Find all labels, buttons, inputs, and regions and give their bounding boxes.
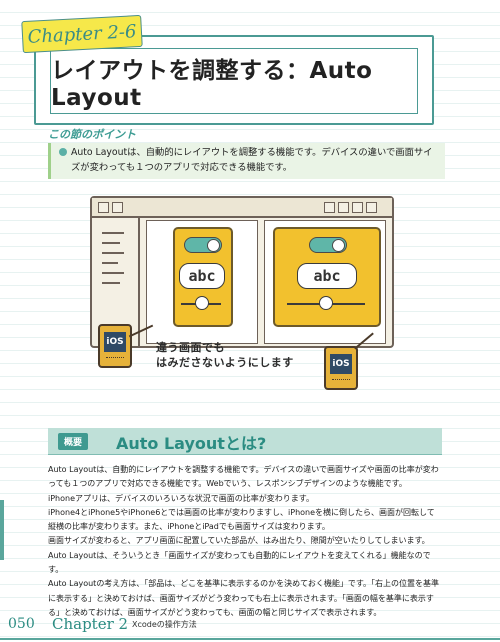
section-header: 概要 Auto Layoutとは? <box>48 428 442 455</box>
robot-dots <box>106 357 124 363</box>
sidebar-line <box>102 242 120 244</box>
page-edge-tab <box>0 500 4 560</box>
robot-dots <box>332 379 350 385</box>
points-heading: この節のポイント <box>48 128 136 141</box>
slider-knob <box>319 296 333 310</box>
footer-rule <box>0 638 500 640</box>
footer-subtitle: Xcodeの操作方法 <box>132 620 197 629</box>
window-control-icon <box>112 202 123 213</box>
illustration-caption: 違う画面でも はみださないようにします <box>156 340 336 370</box>
toggle-knob <box>207 239 220 252</box>
section-tag: 概要 <box>58 433 89 450</box>
slider-knob <box>195 296 209 310</box>
sidebar-line <box>102 272 124 274</box>
paragraph: Auto Layoutは、そういうとき「画面サイズが変わっても自動的にレイアウト… <box>48 550 431 575</box>
label-abc-right: abc <box>297 263 357 289</box>
toolbar-icon <box>338 202 349 213</box>
window-titlebar <box>92 198 392 218</box>
paragraph: iPhoneアプリは、デバイスのいろいろな状況で画面の比率が変わります。 <box>48 493 314 503</box>
footer: 050 Chapter 2 Xcodeの操作方法 <box>0 608 500 642</box>
toolbar-icon <box>366 202 377 213</box>
paragraph: 画面サイズが変わると、アプリ画面に配置していた部品が、はみ出たり、隙間が空いたり… <box>48 536 430 546</box>
canvas-pane-right: abc <box>264 220 386 344</box>
toolbar-icon <box>352 202 363 213</box>
points-box: Auto Layoutは、自動的にレイアウトを調整する機能です。デバイスの違いで… <box>48 143 445 179</box>
phone-right: abc <box>273 227 381 327</box>
chapter-tag: Chapter 2-6 <box>21 14 143 54</box>
toggle-switch <box>309 237 347 253</box>
window-control-icon <box>98 202 109 213</box>
page-title: レイアウトを調整する：Auto Layout <box>51 58 373 111</box>
sidebar-line <box>102 232 124 234</box>
sidebar-line <box>102 252 124 254</box>
caption-line-1: 違う画面でも <box>156 341 225 354</box>
bullet-icon <box>59 148 67 156</box>
window-illustration: abc abc <box>90 196 394 348</box>
robot-left: iOS <box>98 324 132 368</box>
caption-line-2: はみださないようにします <box>156 356 294 369</box>
points-text: Auto Layoutは、自動的にレイアウトを調整する機能です。デバイスの違いで… <box>71 147 433 173</box>
label-abc-left: abc <box>179 263 225 289</box>
body-text: Auto Layoutは、自動的にレイアウトを調整する機能です。デバイスの違いで… <box>48 463 442 620</box>
canvas-pane-left: abc <box>146 220 258 344</box>
illustration: abc abc iOS iOS 違う画面でも はみださないようにします <box>90 190 394 390</box>
ios-badge-left: iOS <box>104 332 126 352</box>
title-inner-frame: レイアウトを調整する：Auto Layout <box>50 48 418 114</box>
paragraph: iPhone4とiPhone5やiPhone6とでは画面の比率が変わりますし、i… <box>48 507 435 532</box>
phone-left: abc <box>173 227 233 327</box>
paragraph: Auto Layoutは、自動的にレイアウトを調整する機能です。デバイスの違いで… <box>48 465 439 489</box>
footer-chapter: Chapter 2 <box>52 615 129 633</box>
toolbar-icon <box>324 202 335 213</box>
sidebar-line <box>102 282 120 284</box>
sidebar-line <box>102 262 118 264</box>
toggle-switch <box>184 237 222 253</box>
page-number: 050 <box>8 616 35 632</box>
toggle-knob <box>332 239 345 252</box>
section-title: Auto Layoutとは? <box>116 434 267 453</box>
page: Chapter 2-6 レイアウトを調整する：Auto Layout この節のポ… <box>0 0 500 642</box>
